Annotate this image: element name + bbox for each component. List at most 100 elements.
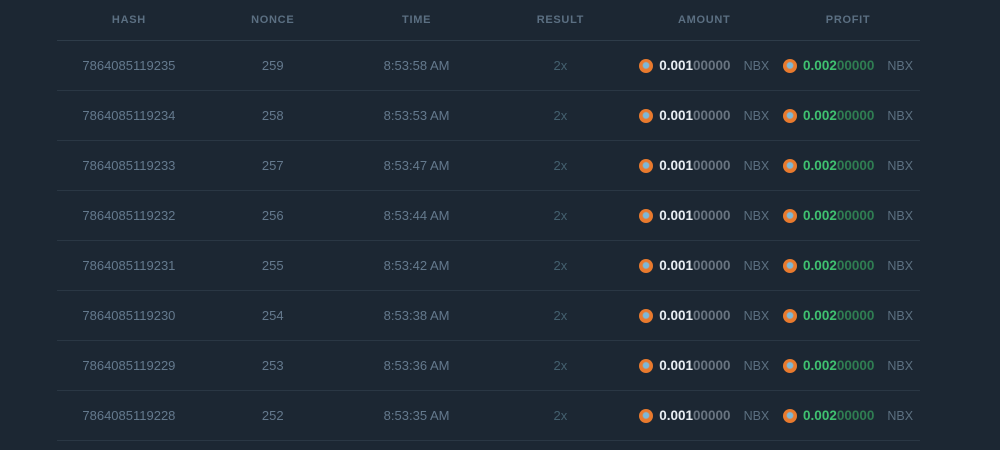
table-row[interactable]: 7864085119235 259 8:53:58 AM 2x 0.001000… [57,41,920,91]
profit-currency: NBX [887,308,914,323]
bet-hash: 7864085119234 [82,108,176,123]
bet-profit: 0.00200000 NBX [776,158,920,173]
profit-trailing-zeros: 00000 [836,408,875,423]
bet-amount: 0.00100000 NBX [632,258,776,273]
profit-value: 0.002 [803,58,837,73]
amount-trailing-zeros: 00000 [693,408,731,423]
amount-trailing-zeros: 00000 [693,308,731,323]
bet-nonce: 255 [261,258,284,273]
table-row[interactable]: 7864085119231 255 8:53:42 AM 2x 0.001000… [57,241,920,291]
bet-amount: 0.00100000 NBX [632,58,776,73]
coin-icon [639,108,654,123]
coin-icon [783,208,798,223]
amount-value: 0.001 [659,408,694,423]
table-row[interactable]: 7864085119234 258 8:53:53 AM 2x 0.001000… [57,91,920,141]
bet-nonce: 256 [261,208,284,223]
bet-time: 8:53:47 AM [383,158,450,173]
bet-time: 8:53:38 AM [383,308,450,323]
amount-value: 0.001 [659,208,694,223]
bet-nonce: 252 [261,408,284,423]
amount-value: 0.001 [659,258,694,273]
bet-time: 8:53:35 AM [383,408,450,423]
amount-value: 0.001 [659,308,694,323]
bet-nonce: 253 [261,358,284,373]
profit-currency: NBX [887,208,914,223]
amount-value: 0.001 [659,358,694,373]
table-body: 7864085119235 259 8:53:58 AM 2x 0.001000… [57,41,920,441]
amount-currency: NBX [743,358,770,373]
profit-value: 0.002 [803,108,837,123]
coin-icon [783,58,798,73]
profit-value: 0.002 [803,408,837,423]
amount-currency: NBX [743,158,770,173]
amount-trailing-zeros: 00000 [693,208,731,223]
profit-currency: NBX [887,358,914,373]
bet-hash: 7864085119232 [82,208,176,223]
profit-currency: NBX [887,58,914,73]
coin-icon [783,108,798,123]
bet-result: 2x [553,408,568,423]
bet-profit: 0.00200000 NBX [776,358,920,373]
profit-value: 0.002 [803,258,837,273]
table-row[interactable]: 7864085119229 253 8:53:36 AM 2x 0.001000… [57,341,920,391]
profit-currency: NBX [887,258,914,273]
amount-value: 0.001 [659,108,694,123]
amount-currency: NBX [743,258,770,273]
table-row[interactable]: 7864085119228 252 8:53:35 AM 2x 0.001000… [57,391,920,441]
column-header-profit: PROFIT [825,14,871,26]
coin-icon [783,308,798,323]
profit-value: 0.002 [803,358,837,373]
profit-trailing-zeros: 00000 [836,358,875,373]
coin-icon [639,58,654,73]
bet-result: 2x [553,208,568,223]
column-header-amount: AMOUNT [678,14,731,26]
profit-currency: NBX [887,408,914,423]
bet-hash: 7864085119230 [82,308,176,323]
amount-currency: NBX [743,58,770,73]
bet-hash: 7864085119233 [82,158,176,173]
bet-nonce: 257 [261,158,284,173]
coin-icon [639,258,654,273]
amount-trailing-zeros: 00000 [693,358,731,373]
column-header-nonce: NONCE [251,14,295,26]
coin-icon [783,358,798,373]
profit-trailing-zeros: 00000 [836,258,875,273]
bet-time: 8:53:53 AM [383,108,450,123]
bet-result: 2x [553,308,568,323]
bet-result: 2x [553,108,568,123]
coin-icon [639,408,654,423]
amount-value: 0.001 [659,158,694,173]
amount-trailing-zeros: 00000 [693,58,731,73]
bet-profit: 0.00200000 NBX [776,308,920,323]
profit-trailing-zeros: 00000 [836,158,875,173]
bet-amount: 0.00100000 NBX [632,408,776,423]
bet-amount: 0.00100000 NBX [632,208,776,223]
bet-result: 2x [553,58,568,73]
bet-time: 8:53:36 AM [383,358,450,373]
bet-result: 2x [553,258,568,273]
table-row[interactable]: 7864085119232 256 8:53:44 AM 2x 0.001000… [57,191,920,241]
bet-result: 2x [553,158,568,173]
amount-currency: NBX [743,108,770,123]
amount-value: 0.001 [659,58,694,73]
bet-profit: 0.00200000 NBX [776,208,920,223]
amount-trailing-zeros: 00000 [693,258,731,273]
coin-icon [639,208,654,223]
profit-value: 0.002 [803,158,837,173]
table-row[interactable]: 7864085119230 254 8:53:38 AM 2x 0.001000… [57,291,920,341]
amount-currency: NBX [743,208,770,223]
profit-currency: NBX [887,158,914,173]
bet-profit: 0.00200000 NBX [776,108,920,123]
bet-amount: 0.00100000 NBX [632,308,776,323]
coin-icon [783,158,798,173]
table-header: HASH NONCE TIME RESULT AMOUNT PROFIT [57,0,920,41]
coin-icon [639,158,654,173]
bet-profit: 0.00200000 NBX [776,58,920,73]
bet-nonce: 258 [261,108,284,123]
bet-result: 2x [553,358,568,373]
amount-currency: NBX [743,308,770,323]
column-header-hash: HASH [111,14,146,26]
bet-nonce: 259 [261,58,284,73]
table-row[interactable]: 7864085119233 257 8:53:47 AM 2x 0.001 000… [57,141,920,191]
profit-trailing-zeros: 00000 [836,58,875,73]
